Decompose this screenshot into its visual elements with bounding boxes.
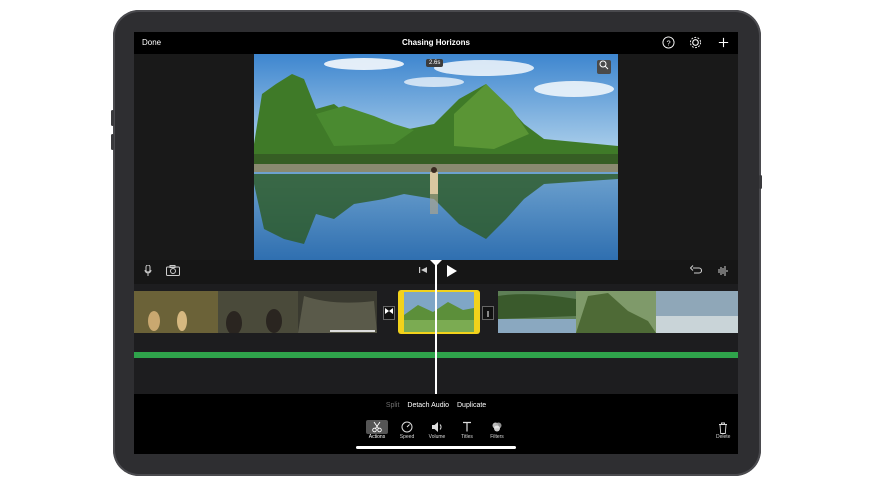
tab-label: Speed xyxy=(399,434,415,440)
app-screen: Done Chasing Horizons ? 2.6s Split Detac… xyxy=(134,32,738,454)
gear-icon[interactable] xyxy=(688,36,702,50)
video-clip[interactable] xyxy=(134,291,377,333)
plus-icon[interactable] xyxy=(716,36,730,50)
camera-icon[interactable] xyxy=(166,265,180,280)
skip-to-start-icon[interactable] xyxy=(418,265,428,279)
svg-text:?: ? xyxy=(666,38,670,47)
delete-label: Delete xyxy=(716,434,731,440)
selected-clip[interactable] xyxy=(398,290,480,334)
question-circle-icon[interactable]: ? xyxy=(661,36,675,50)
home-indicator[interactable] xyxy=(356,446,516,449)
split-button[interactable]: Split xyxy=(386,402,400,409)
filters-circles-icon xyxy=(486,420,508,434)
tab-actions[interactable]: Actions xyxy=(366,420,388,440)
play-icon[interactable] xyxy=(446,264,458,282)
tab-filters[interactable]: Filters xyxy=(486,420,508,440)
clip-actions: Split Detach Audio Duplicate xyxy=(134,402,738,409)
side-button xyxy=(759,175,762,189)
microphone-icon[interactable] xyxy=(144,264,152,281)
volume-button xyxy=(111,110,114,126)
timecode-badge: 2.6s xyxy=(426,59,444,67)
split-marker-icon[interactable] xyxy=(482,306,494,320)
speaker-icon xyxy=(426,420,448,434)
inspector-toolbar: Actions Speed Volume Titles Filters xyxy=(366,420,506,444)
tab-volume[interactable]: Volume xyxy=(426,420,448,440)
magnifier-icon[interactable] xyxy=(597,60,611,74)
video-clip[interactable] xyxy=(498,291,738,333)
playhead[interactable] xyxy=(435,264,437,394)
waveform-icon[interactable] xyxy=(716,265,728,281)
tab-speed[interactable]: Speed xyxy=(396,420,418,440)
video-preview[interactable] xyxy=(254,54,618,260)
duplicate-button[interactable]: Duplicate xyxy=(457,402,486,409)
tab-label: Volume xyxy=(428,434,446,440)
tab-label: Titles xyxy=(461,434,473,440)
tab-titles[interactable]: Titles xyxy=(456,420,478,440)
trash-icon xyxy=(716,422,730,434)
tab-label: Filters xyxy=(490,434,504,440)
detach-audio-button[interactable]: Detach Audio xyxy=(407,402,449,409)
text-t-icon xyxy=(456,420,478,434)
volume-button xyxy=(111,134,114,150)
speedometer-icon xyxy=(396,420,418,434)
top-bar: Done Chasing Horizons ? xyxy=(134,32,738,54)
undo-icon[interactable] xyxy=(689,265,703,279)
transition-icon[interactable] xyxy=(383,306,395,320)
tab-label: Actions xyxy=(368,434,386,440)
scissors-icon xyxy=(366,420,388,434)
delete-button[interactable]: Delete xyxy=(716,422,730,440)
project-title: Chasing Horizons xyxy=(401,38,470,47)
